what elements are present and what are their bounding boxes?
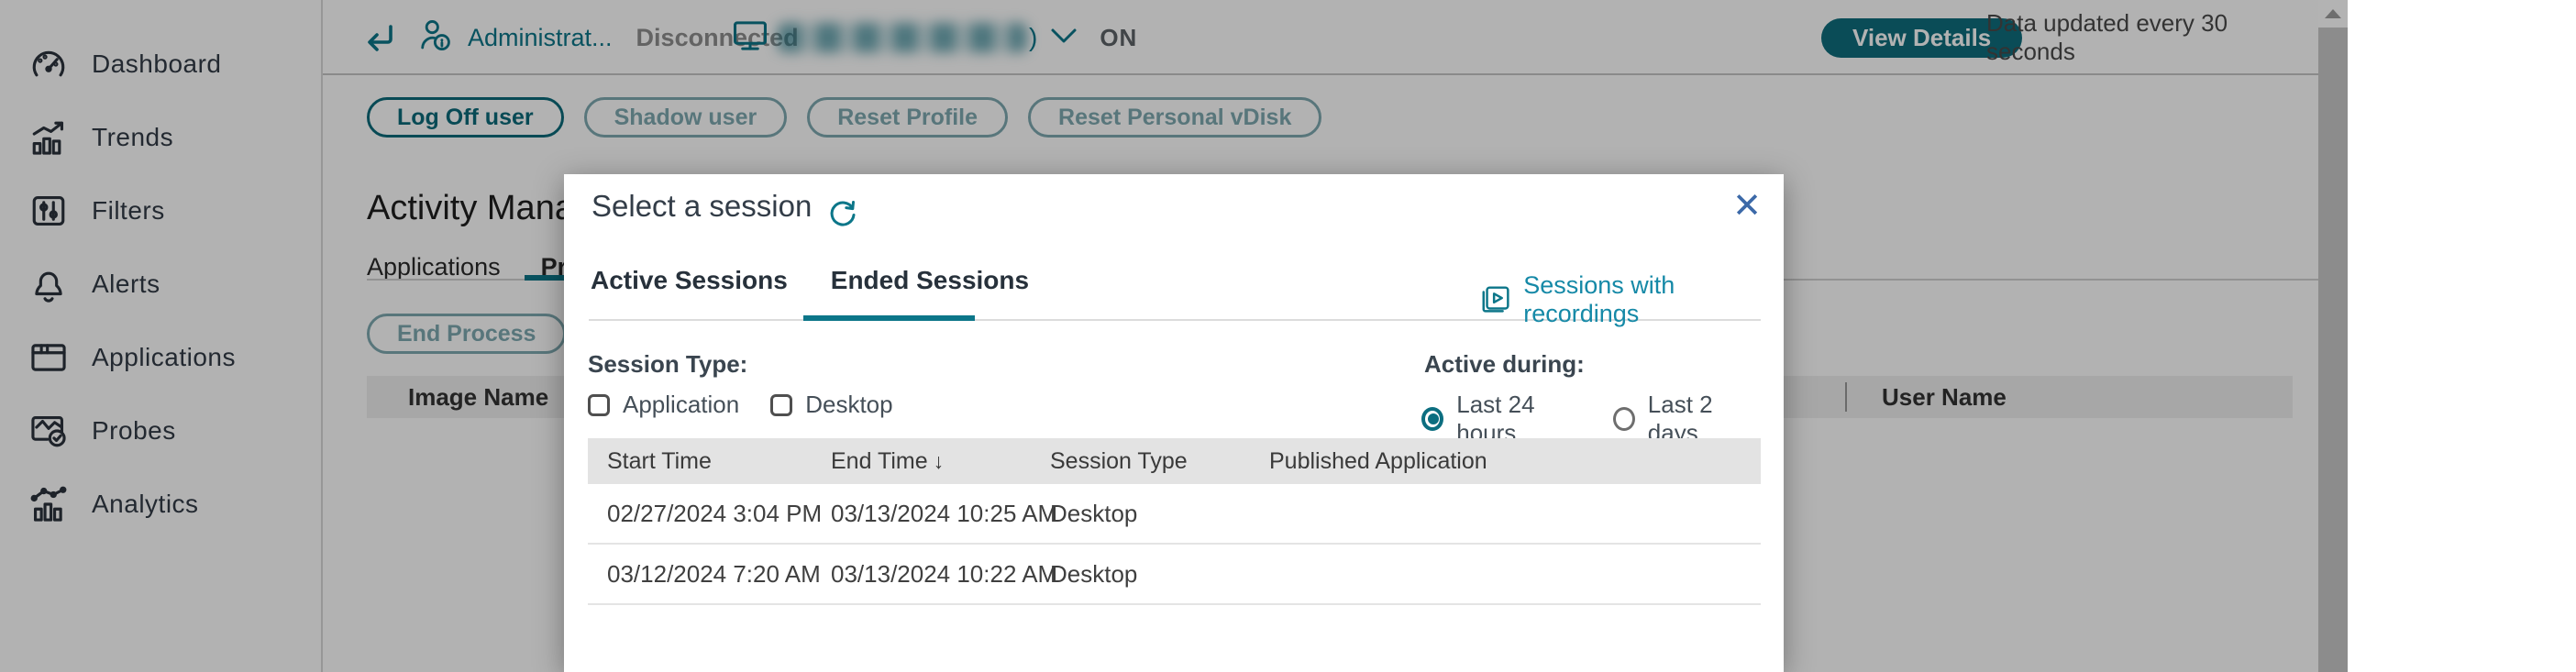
modal-refresh-icon[interactable] (826, 196, 859, 234)
column-header-start-time[interactable]: Start Time (588, 448, 812, 475)
vertical-scrollbar (2318, 0, 2348, 672)
cell-session-type: Desktop (1031, 500, 1250, 528)
column-header-end-time[interactable]: End Time↓ (812, 448, 1031, 475)
table-row[interactable]: 03/12/2024 7:20 AM 03/13/2024 10:22 AM D… (588, 545, 1761, 605)
table-header-row: Start Time End Time↓ Session Type Publis… (588, 438, 1761, 484)
modal-active-tab-underline (803, 315, 975, 321)
column-header-session-type[interactable]: Session Type (1031, 448, 1250, 475)
recording-play-icon (1479, 283, 1510, 316)
cell-end-time: 03/13/2024 10:25 AM (812, 500, 1031, 528)
radio-last-2-days[interactable] (1613, 407, 1635, 431)
select-session-modal: Select a session ✕ Active Sessions Ended… (564, 174, 1784, 672)
app-window: Dashboard Trends Filters Alerts (0, 0, 2348, 672)
close-icon[interactable]: ✕ (1727, 183, 1767, 229)
cell-start-time: 02/27/2024 3:04 PM (588, 500, 812, 528)
scrollbar-thumb[interactable] (2318, 28, 2348, 672)
sessions-with-recordings-link[interactable]: Sessions with recordings (1479, 271, 1784, 328)
active-during-label: Active during: (1424, 350, 1585, 379)
session-type-filters: Application Desktop (588, 391, 924, 419)
scrollbar-up-arrow[interactable] (2318, 0, 2348, 28)
recordings-link-text: Sessions with recordings (1523, 271, 1784, 328)
modal-tabs: Active Sessions Ended Sessions (591, 266, 1029, 295)
checkbox-application-label[interactable]: Application (623, 391, 739, 419)
checkbox-application[interactable] (588, 394, 610, 416)
sort-desc-icon: ↓ (934, 449, 945, 473)
radio-last-24-hours[interactable] (1421, 407, 1443, 431)
cell-start-time: 03/12/2024 7:20 AM (588, 560, 812, 589)
checkbox-desktop[interactable] (770, 394, 792, 416)
tab-ended-sessions[interactable]: Ended Sessions (831, 266, 1029, 295)
ended-sessions-table: Start Time End Time↓ Session Type Publis… (588, 438, 1761, 605)
column-header-published-application[interactable]: Published Application (1250, 448, 1761, 475)
checkbox-desktop-label[interactable]: Desktop (805, 391, 892, 419)
cell-end-time: 03/13/2024 10:22 AM (812, 560, 1031, 589)
cell-session-type: Desktop (1031, 560, 1250, 589)
modal-title: Select a session (591, 189, 812, 224)
session-type-label: Session Type: (588, 350, 747, 379)
table-row[interactable]: 02/27/2024 3:04 PM 03/13/2024 10:25 AM D… (588, 484, 1761, 545)
page-root: Dashboard Trends Filters Alerts (0, 0, 2576, 672)
tab-active-sessions[interactable]: Active Sessions (591, 266, 788, 295)
